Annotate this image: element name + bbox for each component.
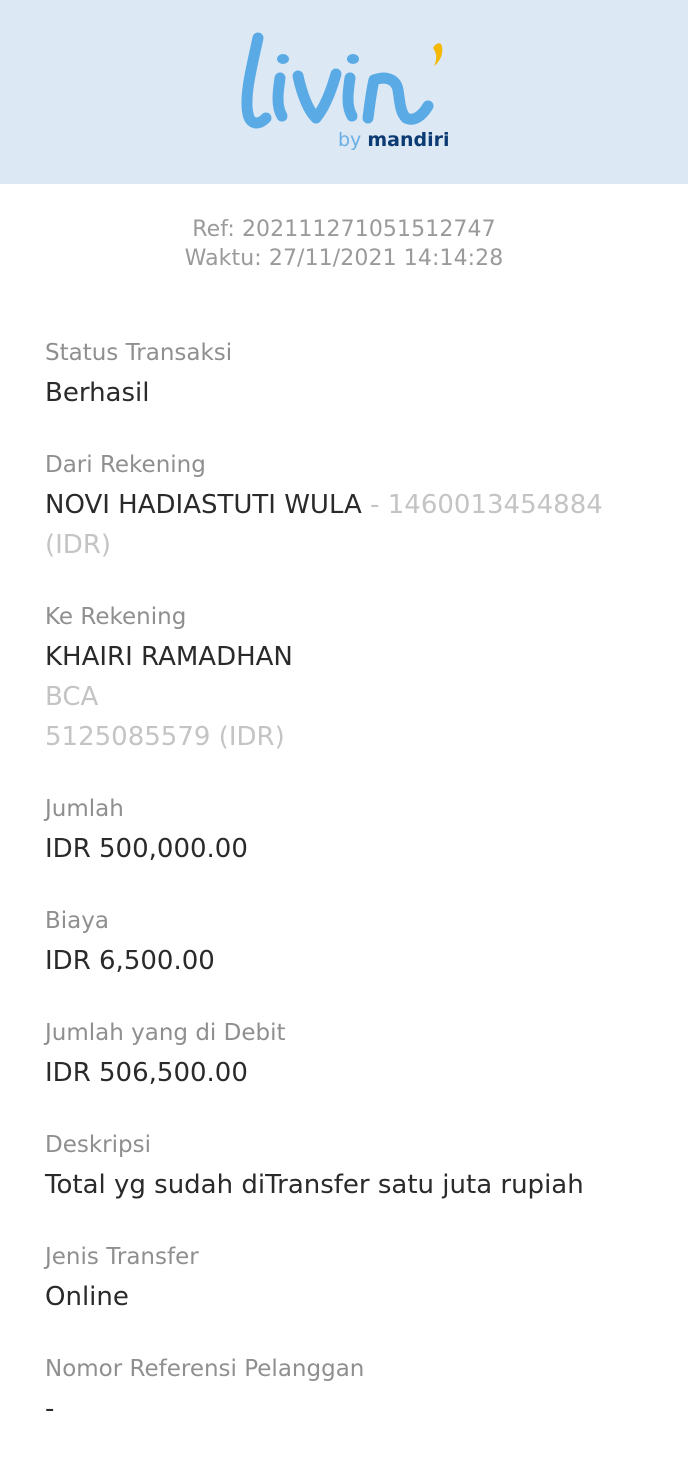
field-label: Jumlah bbox=[45, 796, 124, 822]
field-jumlah: Jumlah IDR 500,000.00 bbox=[45, 793, 645, 869]
field-value: IDR 500,000.00 bbox=[45, 834, 248, 864]
field-value: Online bbox=[45, 1282, 129, 1312]
transaction-time: Waktu: 27/11/2021 14:14:28 bbox=[184, 246, 504, 271]
sender-name: NOVI HADIASTUTI WULA bbox=[45, 490, 362, 520]
field-value: NOVI HADIASTUTI WULA - 1460013454884 (ID… bbox=[45, 485, 645, 565]
recipient-bank: BCA bbox=[45, 682, 99, 712]
field-label: Deskripsi bbox=[45, 1132, 151, 1158]
field-status: Status Transaksi Berhasil bbox=[45, 337, 645, 413]
mandiri-brand-text: mandiri bbox=[367, 129, 450, 151]
field-dari-rekening: Dari Rekening NOVI HADIASTUTI WULA - 146… bbox=[45, 449, 645, 565]
field-label: Status Transaksi bbox=[45, 340, 233, 366]
field-value: Berhasil bbox=[45, 378, 150, 408]
field-nomor-referensi: Nomor Referensi Pelanggan - bbox=[45, 1353, 645, 1429]
field-label: Nomor Referensi Pelanggan bbox=[45, 1356, 365, 1382]
field-label: Jumlah yang di Debit bbox=[45, 1020, 286, 1046]
field-value: Total yg sudah diTransfer satu juta rupi… bbox=[45, 1170, 584, 1200]
field-value: - bbox=[45, 1394, 55, 1424]
field-jumlah-debit: Jumlah yang di Debit IDR 506,500.00 bbox=[45, 1017, 645, 1093]
field-label: Jenis Transfer bbox=[45, 1244, 199, 1270]
field-label: Biaya bbox=[45, 908, 109, 934]
field-label: Ke Rekening bbox=[45, 604, 187, 630]
reference-number: Ref: 202111271051512747 bbox=[192, 217, 496, 242]
by-text: by bbox=[338, 129, 362, 151]
field-biaya: Biaya IDR 6,500.00 bbox=[45, 905, 645, 981]
field-jenis-transfer: Jenis Transfer Online bbox=[45, 1241, 645, 1317]
field-label: Dari Rekening bbox=[45, 452, 206, 478]
field-ke-rekening: Ke Rekening KHAIRI RAMADHAN BCA 51250855… bbox=[45, 601, 645, 757]
recipient-name: KHAIRI RAMADHAN bbox=[45, 642, 293, 672]
field-value: IDR 6,500.00 bbox=[45, 946, 215, 976]
field-value: IDR 506,500.00 bbox=[45, 1058, 248, 1088]
recipient-account: 5125085579 (IDR) bbox=[45, 722, 285, 752]
app-header: by mandiri bbox=[0, 0, 688, 184]
field-value: KHAIRI RAMADHAN BCA 5125085579 (IDR) bbox=[45, 637, 645, 757]
by-mandiri-label: by mandiri bbox=[338, 128, 450, 152]
field-deskripsi: Deskripsi Total yg sudah diTransfer satu… bbox=[45, 1129, 645, 1205]
